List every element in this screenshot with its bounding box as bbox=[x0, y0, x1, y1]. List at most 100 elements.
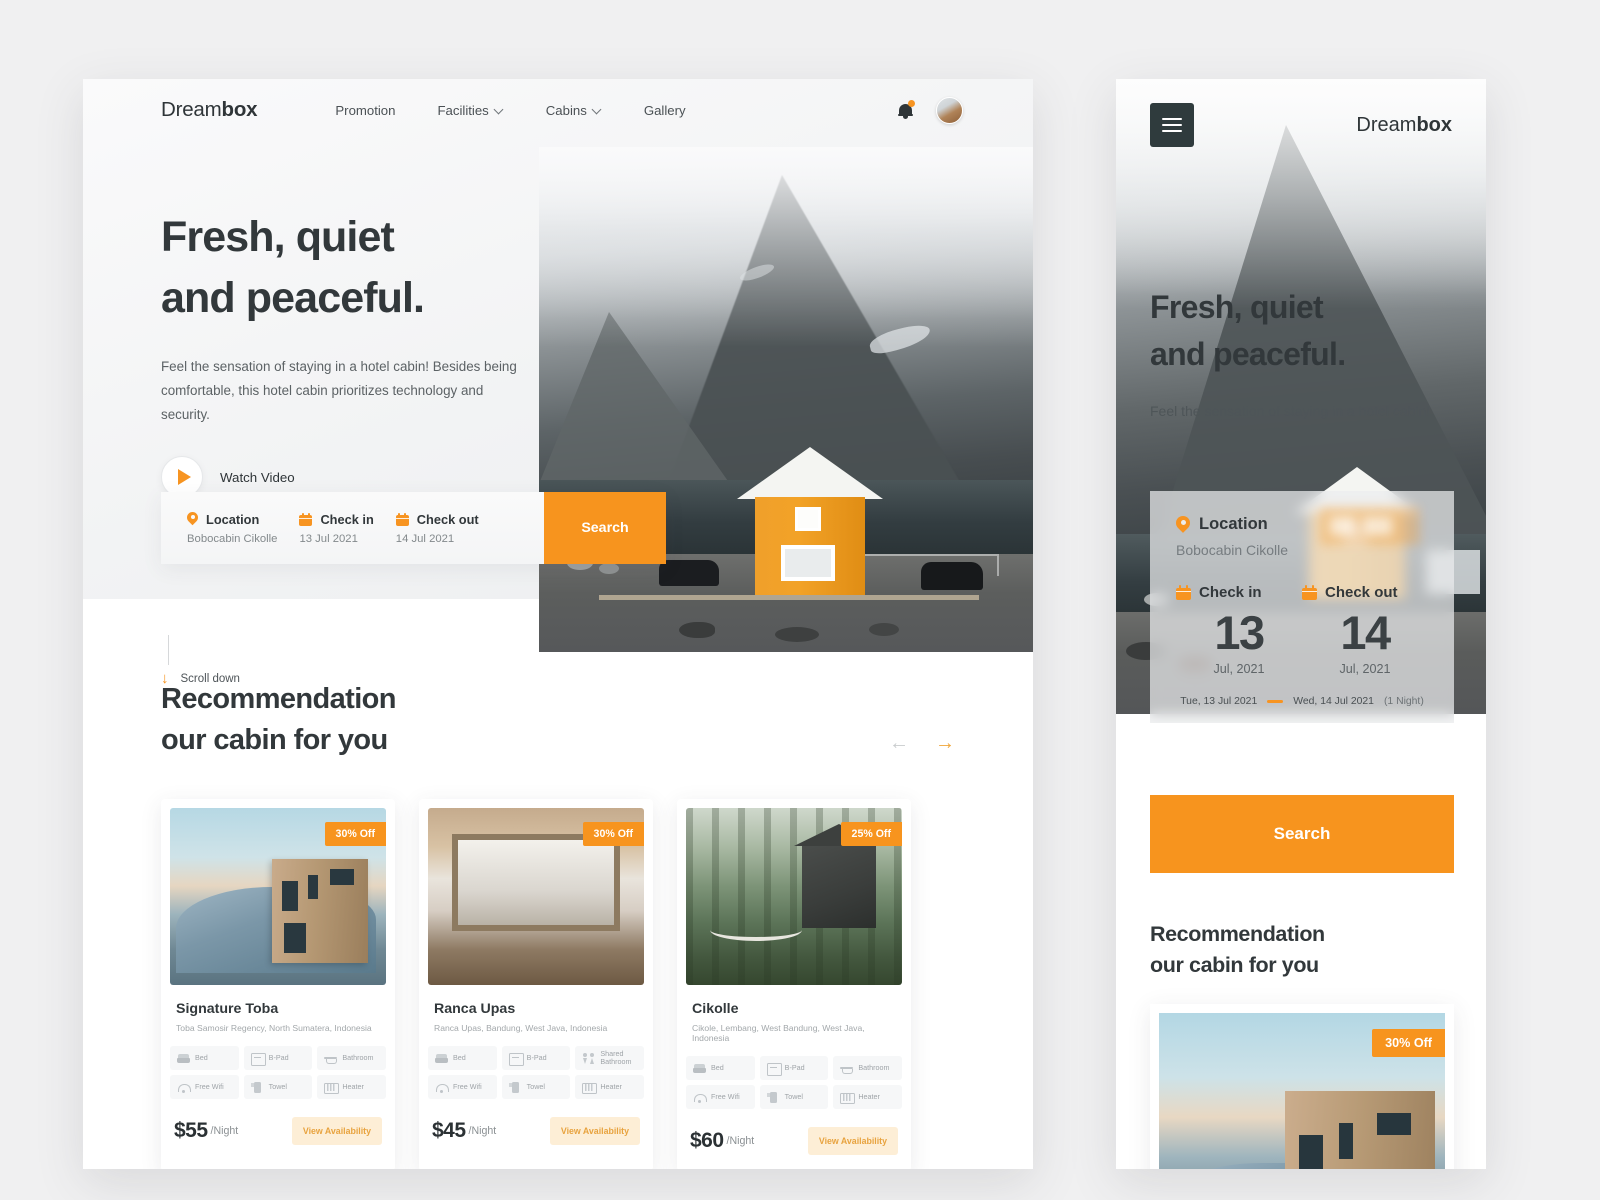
hero-title-line-2: and peaceful. bbox=[161, 274, 425, 323]
cabin-window-lower bbox=[781, 545, 835, 581]
avatar[interactable] bbox=[936, 96, 963, 124]
mobile-brand-logo[interactable]: Dreambox bbox=[1356, 114, 1452, 137]
amenity-label: Towel bbox=[526, 1082, 546, 1092]
hamburger-icon[interactable] bbox=[1150, 103, 1194, 147]
calendar-icon bbox=[1176, 585, 1191, 600]
bed-icon bbox=[693, 1063, 706, 1074]
calendar-icon bbox=[395, 512, 409, 526]
mobile-checkout-field[interactable]: Check out 14 Jul, 2021 bbox=[1302, 584, 1428, 676]
amenity-bed: Bed bbox=[686, 1056, 755, 1081]
calendar-body bbox=[1302, 587, 1317, 600]
amenity-label: Heater bbox=[600, 1082, 622, 1092]
chevron-down-icon bbox=[593, 105, 602, 114]
bell-clapper-shape bbox=[903, 115, 908, 120]
mobile-recommendation-title: Recommendation our cabin for you bbox=[1150, 919, 1454, 981]
brand-logo-bold: box bbox=[221, 98, 258, 121]
mobile-rec-title-line-2: our cabin for you bbox=[1150, 952, 1319, 977]
calendar-body bbox=[1176, 587, 1191, 600]
search-location-field[interactable]: Location Bobocabin Cikolle bbox=[161, 512, 277, 545]
towel-icon bbox=[766, 1091, 780, 1103]
heater-icon bbox=[324, 1082, 340, 1094]
mobile-rec-title-line-1: Recommendation bbox=[1150, 922, 1325, 946]
towel-icon bbox=[250, 1081, 264, 1093]
hero-title-line-1: Fresh, quiet bbox=[161, 213, 395, 261]
arrow-right-icon[interactable]: → bbox=[935, 733, 955, 753]
amenities-grid: Bed B-Pad Bathroom Free Wifi Towel Heate… bbox=[686, 1056, 902, 1110]
bell-icon[interactable] bbox=[897, 99, 915, 120]
wifi-icon bbox=[177, 1082, 191, 1093]
mobile-checkin-field[interactable]: Check in 13 Jul, 2021 bbox=[1176, 584, 1302, 676]
bed-icon bbox=[177, 1053, 190, 1064]
hero-copy: Fresh, quiet and peaceful. Feel the sens… bbox=[161, 207, 561, 499]
list-item[interactable]: 25% Off Cikolle Cikole, Lembang, West Ba… bbox=[677, 799, 911, 1169]
mobile-checkin-label: Check in bbox=[1199, 584, 1262, 601]
wifi-icon bbox=[435, 1082, 449, 1093]
view-availability-button[interactable]: View Availability bbox=[291, 1117, 382, 1146]
cabin-body-shape bbox=[755, 497, 865, 595]
mobile-location-head[interactable]: Location bbox=[1176, 515, 1428, 534]
page-title: Fresh, quiet and peaceful. bbox=[161, 207, 561, 329]
search-checkin-field[interactable]: Check in 13 Jul 2021 bbox=[277, 511, 374, 545]
search-checkin-head: Check in bbox=[299, 511, 374, 527]
mobile-checkout-day: 14 bbox=[1340, 606, 1391, 659]
nav-item-promotion[interactable]: Promotion bbox=[335, 103, 395, 118]
amenity-label: Free Wifi bbox=[711, 1092, 740, 1102]
amenity-label: Bathroom bbox=[858, 1063, 890, 1073]
mobile-hero-title-line-2: and peaceful. bbox=[1150, 335, 1346, 372]
mobile-mockup: Dreambox Fresh, quiet and peaceful. Feel… bbox=[1116, 79, 1486, 1169]
b-pad-icon bbox=[250, 1052, 266, 1066]
price-row: $45 /Night View Availability bbox=[428, 1117, 644, 1146]
amenity-label: Towel bbox=[268, 1082, 288, 1092]
desktop-mockup: Dreambox Promotion Facilities Cabins Gal… bbox=[83, 79, 1033, 1169]
mobile-dates-row: Check in 13 Jul, 2021 Check out 14 Jul, … bbox=[1176, 584, 1428, 676]
list-item[interactable]: 30% Off Signature Toba Toba Samosir Rege… bbox=[161, 799, 395, 1169]
car-right-shape bbox=[921, 562, 983, 590]
nav-item-cabins-label: Cabins bbox=[545, 102, 587, 118]
nav-item-promotion-label: Promotion bbox=[335, 102, 396, 118]
search-button[interactable]: Search bbox=[544, 492, 666, 564]
nav-right-group bbox=[897, 96, 963, 124]
recommendation-title: Recommendation our cabin for you bbox=[161, 679, 397, 761]
mobile-checkout-month-year: Jul, 2021 bbox=[1339, 662, 1391, 676]
search-checkin-label: Check in bbox=[320, 511, 374, 527]
nav-item-facilities[interactable]: Facilities bbox=[437, 103, 503, 118]
nav-item-facilities-label: Facilities bbox=[437, 102, 489, 118]
brand-logo[interactable]: Dreambox bbox=[161, 98, 258, 122]
cabin-address: Toba Samosir Regency, North Sumatera, In… bbox=[176, 1023, 372, 1034]
amenity-label: B-Pad bbox=[784, 1063, 805, 1073]
arrow-left-icon[interactable]: ← bbox=[889, 733, 909, 753]
search-checkout-field[interactable]: Check out 14 Jul 2021 bbox=[374, 512, 479, 545]
list-item[interactable]: 30% Off Ranca Upas Ranca Upas, Bandung, … bbox=[419, 799, 653, 1169]
nav-item-cabins[interactable]: Cabins bbox=[546, 103, 602, 118]
view-availability-button[interactable]: View Availability bbox=[807, 1127, 898, 1156]
hero-image bbox=[539, 147, 1033, 652]
shared-figure-left bbox=[583, 1057, 588, 1064]
cabin-name: Cikolle bbox=[692, 1001, 739, 1018]
view-availability-button[interactable]: View Availability bbox=[549, 1117, 640, 1146]
amenity-label: Bed bbox=[195, 1053, 208, 1063]
rock-shape-4 bbox=[775, 627, 819, 642]
amenity-heater: Heater bbox=[317, 1075, 386, 1100]
mobile-list-item[interactable]: 30% Off bbox=[1150, 1004, 1454, 1169]
mobile-topbar: Dreambox bbox=[1116, 79, 1486, 171]
amenity-bathroom: Bathroom bbox=[317, 1046, 386, 1071]
recommendation-header: Recommendation our cabin for you ← → bbox=[83, 679, 1033, 761]
shared-figure-right bbox=[590, 1057, 595, 1064]
search-checkin-value: 13 Jul 2021 bbox=[299, 532, 358, 545]
mobile-search-button[interactable]: Search bbox=[1150, 795, 1454, 873]
cabin-photo: 25% Off bbox=[686, 808, 902, 986]
scroll-down-indicator[interactable]: ↓ Scroll down bbox=[161, 635, 240, 686]
calendar-divider bbox=[395, 517, 409, 519]
mobile-page-title: Fresh, quiet and peaceful. bbox=[1150, 284, 1460, 377]
amenity-label: Heater bbox=[342, 1082, 364, 1092]
amenity-label: Bathroom bbox=[342, 1053, 374, 1063]
desktop-navbar: Dreambox Promotion Facilities Cabins Gal… bbox=[83, 79, 1033, 141]
mobile-hero-copy: Fresh, quiet and peaceful. Feel the sens… bbox=[1150, 284, 1460, 425]
hero-section: Dreambox Promotion Facilities Cabins Gal… bbox=[83, 79, 1033, 686]
nav-item-gallery[interactable]: Gallery bbox=[644, 103, 686, 118]
amenity-heater: Heater bbox=[575, 1075, 644, 1100]
recommendation-section: Recommendation our cabin for you ← → 30%… bbox=[83, 679, 1033, 1169]
price-value: $60 bbox=[690, 1129, 724, 1153]
amenity-label: Heater bbox=[858, 1092, 880, 1102]
cabin-photo: 30% Off bbox=[428, 808, 644, 986]
